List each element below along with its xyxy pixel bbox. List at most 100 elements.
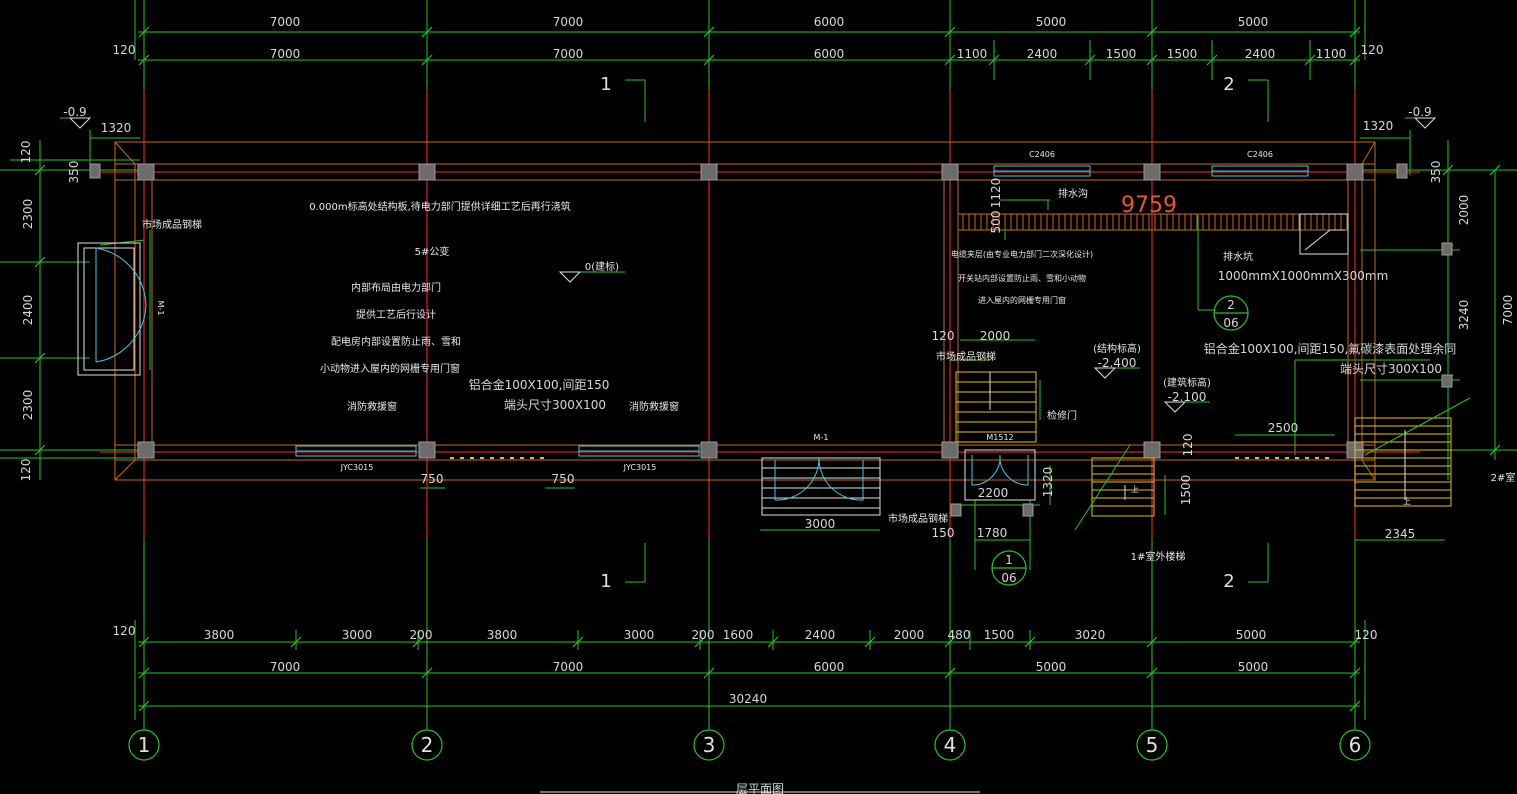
dim-500: 500 <box>989 211 1003 234</box>
dim-top2-3: 1100 <box>957 47 988 61</box>
dim-bot1-2: 200 <box>410 628 433 642</box>
fire-window-1: 消防救援窗 <box>347 400 397 413</box>
section-2-top: 2 <box>1223 74 1234 95</box>
door-m1-top-label: M-1 <box>814 433 829 442</box>
door-m1-left <box>77 242 147 376</box>
dim-bot1-5: 200 <box>692 628 715 642</box>
dim-bot1-8: 2000 <box>894 628 925 642</box>
column <box>950 503 962 517</box>
column <box>1143 163 1161 181</box>
dim-top2-1: 7000 <box>553 47 584 61</box>
stair-up-a: 上 <box>1131 485 1139 494</box>
dim-top2-0: 7000 <box>270 47 301 61</box>
access-door-label: 检修门 <box>1047 409 1077 422</box>
dim-top2-8: 1100 <box>1316 47 1347 61</box>
column <box>1441 242 1453 256</box>
dim-2200: 2200 <box>978 486 1009 500</box>
dim-2000-stair: 2000 <box>980 329 1011 343</box>
outdoor-stair-1: 1#室外楼梯 <box>1131 550 1186 563</box>
dim-750a: 750 <box>421 472 444 486</box>
dim-left-3: 2400 <box>21 295 35 326</box>
right-note-2: 开关站内部设置防止雨、雪和小动物 <box>958 273 1086 283</box>
elev-right: -0.9 <box>1408 105 1431 119</box>
cad-floor-plan: 7000 7000 6000 5000 5000 7000 7000 6000 … <box>0 0 1517 794</box>
dim-bot2-2: 6000 <box>814 660 845 674</box>
dim-3000: 3000 <box>805 517 836 531</box>
dim-bot1-12: 5000 <box>1236 628 1267 642</box>
drain-pit-size: 1000mmX1000mmX300mm <box>1218 269 1389 283</box>
window-c2406-a: C2406 <box>1029 150 1055 159</box>
dim-1500-v: 1500 <box>1179 475 1193 506</box>
steel-ladder-left: 市场成品钢梯 <box>142 218 202 231</box>
fire-window-2: 消防救援窗 <box>629 400 679 413</box>
dim-bot1-10: 1500 <box>984 628 1015 642</box>
steel-ladder-bot: 市场成品钢梯 <box>888 512 948 525</box>
dim-bot1-9: 480 <box>948 628 971 642</box>
column <box>1396 163 1408 179</box>
dim-top2-5: 1500 <box>1106 47 1137 61</box>
axis-label-6: 6 <box>1349 733 1362 757</box>
dim-bot2-3: 5000 <box>1036 660 1067 674</box>
column <box>1143 441 1161 459</box>
dim-bot1-3: 3800 <box>487 628 518 642</box>
section-1-top: 1 <box>600 74 611 95</box>
dim-150: 150 <box>932 526 955 540</box>
dim-top-right-120: 120 <box>1361 43 1384 57</box>
axis-bubbles <box>128 295 1371 761</box>
detail-2-bot: 06 <box>1223 316 1238 330</box>
dim-bot-left-120: 120 <box>113 624 136 638</box>
dim-120-stair: 120 <box>932 329 955 343</box>
window-jyc-b: JYC3015 <box>623 463 657 472</box>
left-note-2: 提供工艺后行设计 <box>356 308 436 321</box>
dim-bot1-6: 1600 <box>723 628 754 642</box>
window-jyc-a: JYC3015 <box>340 463 374 472</box>
dim-bot1-1: 3000 <box>342 628 373 642</box>
dim-left-0: 120 <box>19 141 33 164</box>
dim-tick-marks <box>34 26 1501 712</box>
dim-top1-3: 5000 <box>1036 15 1067 29</box>
dim-right-1: 2000 <box>1457 195 1471 226</box>
dim-bot1-4: 3000 <box>624 628 655 642</box>
dim-bot-total: 30240 <box>729 692 767 706</box>
axis-label-4: 4 <box>944 733 957 757</box>
dim-1320-left: 1320 <box>101 121 132 135</box>
door-m1-side-label: M-1 <box>156 301 165 316</box>
dim-bot2-0: 7000 <box>270 660 301 674</box>
dim-bot1-0: 3800 <box>204 628 235 642</box>
dim-top2-7: 2400 <box>1245 47 1276 61</box>
dim-right-2: 3240 <box>1457 300 1471 331</box>
dim-top1-0: 7000 <box>270 15 301 29</box>
dim-bot1-11: 3020 <box>1075 628 1106 642</box>
stair-outdoor-1 <box>1074 444 1155 531</box>
dim-left-4: 2300 <box>21 390 35 421</box>
elev-left: -0.9 <box>63 105 86 119</box>
elev-struct-label: (结构标高) <box>1093 342 1141 355</box>
dim-bot2-4: 5000 <box>1238 660 1269 674</box>
column <box>418 163 436 181</box>
column <box>89 163 101 179</box>
section-1-bot: 1 <box>600 571 611 592</box>
dim-left-2: 2300 <box>21 199 35 230</box>
dim-2500: 2500 <box>1268 421 1299 435</box>
dim-top2-2: 6000 <box>814 47 845 61</box>
axis-lines <box>100 90 1420 540</box>
walls <box>114 141 1376 481</box>
elev-arch-label: (建筑标高) <box>1163 376 1211 389</box>
column <box>1441 374 1453 388</box>
dim-120-v: 120 <box>1181 434 1195 457</box>
left-note-3: 配电房内部设置防止雨、雪和 <box>331 335 461 348</box>
drain-pit-arrow <box>1304 229 1345 251</box>
left-note-4: 小动物进入屋内的网栅专用门窗 <box>320 362 460 375</box>
dim-right-0: 350 <box>1429 161 1443 184</box>
axis-label-3: 3 <box>703 733 716 757</box>
dim-2345: 2345 <box>1385 527 1416 541</box>
outdoor-stair-2: 2#室 <box>1491 471 1516 484</box>
column <box>1022 503 1034 517</box>
column <box>137 441 155 459</box>
dim-left-5: 120 <box>19 459 33 482</box>
axis-label-5: 5 <box>1146 733 1159 757</box>
detail-1-bot: 06 <box>1001 571 1016 585</box>
column <box>137 163 155 181</box>
alu-note-1: 铝合金100X100,间距150 <box>469 377 610 392</box>
dim-right-3: 7000 <box>1501 295 1515 326</box>
